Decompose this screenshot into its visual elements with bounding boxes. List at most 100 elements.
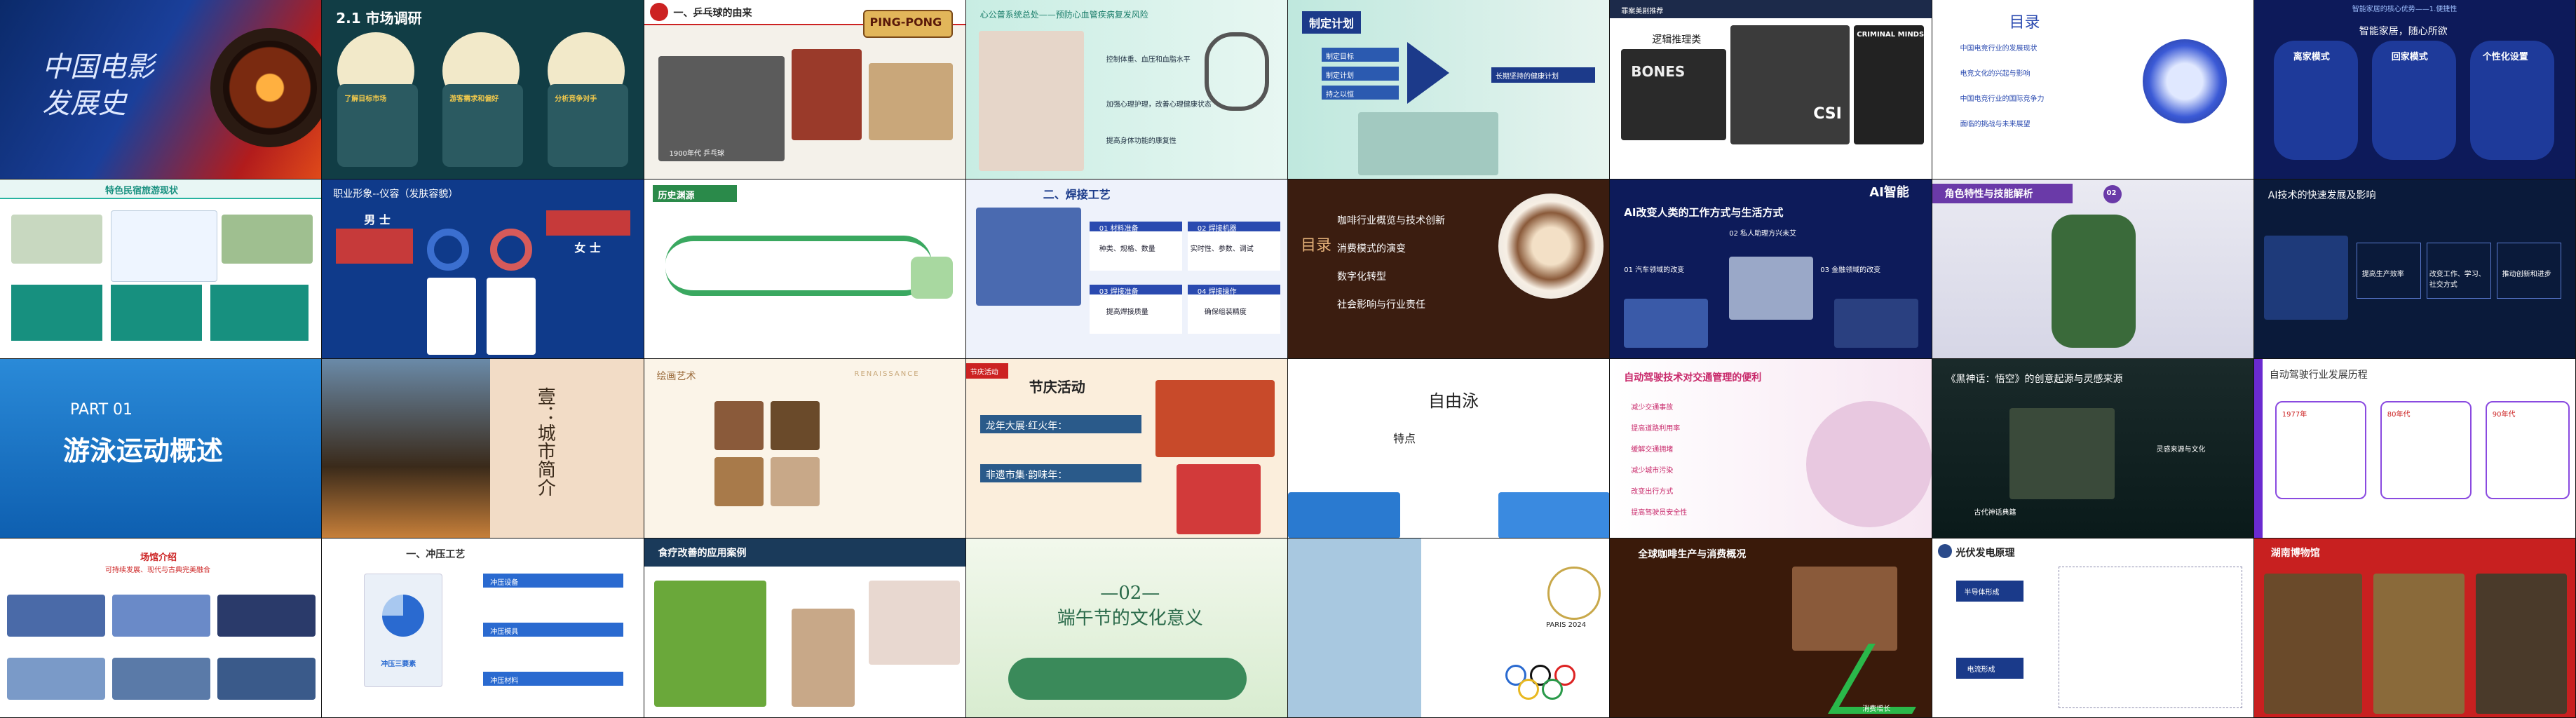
venue-photo: [7, 658, 105, 700]
slide-festival-events[interactable]: 节庆活动 节庆活动 龙年大展·红火年： 非遗市集·韵味年：: [965, 359, 1288, 538]
slide-smart-home[interactable]: 智能家居的核心优势——1.便捷性 智能家居，随心所欲 离家模式 回家模式 个性化…: [2253, 0, 2576, 180]
slide-autonomous-history[interactable]: 自动驾驶行业发展历程 1977年 80年代 90年代: [2253, 359, 2576, 538]
slide-dragon-boat[interactable]: —02— 端午节的文化意义: [965, 538, 1288, 718]
plan-step: 制定目标: [1326, 53, 1354, 61]
historic-photo: [658, 56, 785, 161]
dragon-photo: [1155, 380, 1275, 457]
tech-photo: [2263, 236, 2348, 320]
benefit-item: 减少城市污染: [1631, 467, 1674, 475]
venue-photo: [112, 595, 210, 637]
slide-history-origins[interactable]: 历史渊源: [644, 180, 966, 359]
finance-photo: [1834, 299, 1919, 348]
woman-photo: [487, 278, 536, 355]
swimmer-photo: [1498, 492, 1610, 538]
toc-item: 数字化转型: [1337, 271, 1386, 283]
female-label: 女 士: [574, 241, 601, 255]
slide-freestyle[interactable]: 自由泳 特点: [1288, 359, 1611, 538]
doctor-photo: [978, 31, 1084, 171]
slide-character-skills[interactable]: 角色特性与技能解析 02: [1932, 180, 2254, 359]
slide-make-plan[interactable]: 制定计划 制定目标 制定计划 持之以恒 长期坚持的健康计划: [1288, 0, 1611, 180]
slide-pv-principle[interactable]: 光伏发电原理 半导体形成 电流形成: [1932, 538, 2254, 718]
slide-diet-cases[interactable]: 食疗改善的应用案例: [644, 538, 966, 718]
show-name: BONES: [1631, 63, 1686, 80]
toc-item: 咖啡行业概览与技术创新: [1337, 215, 1445, 226]
slide-stamping-process[interactable]: 一、冲压工艺 冲压三要素 冲压设备 冲压模具 冲压材料: [322, 538, 644, 718]
swimmer-photo: [1288, 492, 1400, 538]
slide-film-history[interactable]: 中国电影 发展史: [0, 0, 323, 180]
show-name: CSI: [1813, 105, 1842, 123]
slide-ai-rapid-growth[interactable]: AI技术的快速发展及影响 提高生产效率 改变工作、学习、社交方式 推动创新和进步: [2253, 180, 2576, 359]
hub-label: 冲压三要素: [381, 661, 416, 668]
slide-coffee-toc[interactable]: 目录 咖啡行业概览与技术创新 消费模式的演变 数字化转型 社会影响与行业责任: [1288, 180, 1611, 359]
venue-photo: [7, 595, 105, 637]
slide-homestay-status[interactable]: 特色民宿旅游现状: [0, 180, 323, 359]
bar-chart: [111, 210, 217, 282]
rackets-photo: [868, 63, 953, 140]
slide-paris-olympics[interactable]: PARIS 2024: [1288, 538, 1611, 718]
wukong-artwork: [2009, 408, 2115, 499]
element-title: 冲压材料: [490, 677, 519, 685]
toc-item: 电竞文化的兴起与影响: [1960, 70, 2031, 78]
ai-item: 02 私人助理方兴未艾: [1729, 230, 1797, 238]
female-symbol-icon: [490, 229, 533, 271]
slide-title: 自动驾驶行业发展历程: [2269, 370, 2368, 381]
city-illustration: [1288, 538, 1421, 717]
male-label: 男 士: [364, 213, 391, 226]
painting-3: [714, 457, 764, 506]
slide-painting-art[interactable]: 绘画艺术 RENAISSANCE: [644, 359, 966, 538]
slide-city-intro[interactable]: 壹：城市简介: [322, 359, 644, 538]
paris-logo-icon: [1547, 567, 1601, 620]
list-item: 提高身体功能的康复性: [1106, 137, 1177, 145]
sign-text: PING-PONG: [869, 15, 942, 29]
slide-venue-intro[interactable]: 场馆介绍 可持续发展、现代与古典完美融合: [0, 538, 323, 718]
card-label: 分析竞争对手: [555, 95, 597, 103]
slide-crime-shows[interactable]: 罪案美剧推荐 逻辑推理类 BONES CRIMINAL MINDS CSI: [1610, 0, 1932, 180]
slide-title: 光伏发电原理: [1955, 548, 2015, 559]
poster-cast: [1730, 25, 1850, 144]
benefit-item: 减少交通事故: [1631, 404, 1674, 412]
slide-hunan-museum[interactable]: 湖南博物馆: [2253, 538, 2576, 718]
brand-logo: AI智能: [1869, 185, 1909, 200]
slide-swimming-overview[interactable]: PART 01 游泳运动概述: [0, 359, 323, 538]
step-text: 提高焊接质量: [1106, 309, 1148, 316]
benefit-item: 缓解交通拥堵: [1631, 446, 1674, 454]
year-label: 90年代: [2492, 411, 2516, 419]
slide-title: 职业形象--仪容（发肤容貌）: [333, 189, 459, 200]
athlete-photo: [791, 609, 855, 707]
plan-step: 持之以恒: [1326, 91, 1354, 99]
homestay-photo: [11, 215, 102, 264]
slide-title: 目录: [2009, 14, 2040, 32]
slide-title: 食疗改善的应用案例: [658, 548, 747, 559]
toc-item: 面临的挑战与未来展望: [1960, 121, 2031, 128]
coffee-cup-icon: [1498, 194, 1604, 299]
stage-label: 半导体形成: [1964, 589, 2000, 597]
poster-criminal-minds: [1854, 25, 1925, 144]
mode-label: 回家模式: [2391, 52, 2428, 62]
venue-photo: [217, 658, 316, 700]
painting-4: [770, 457, 820, 506]
assistant-photo: [1729, 257, 1814, 320]
slide-cardio-system[interactable]: 心公普系统总处——预防心血管疾病复发风险 控制体重、血压和血脂水平 加强心理护理…: [965, 0, 1288, 180]
slide-pingpong-origin[interactable]: 一、乒乓球的由来 PING-PONG 1900年代 乒乓球: [644, 0, 966, 180]
timeline-path: [665, 236, 932, 296]
element-title: 冲压模具: [490, 628, 519, 636]
terrace-icon: [910, 257, 953, 299]
menu-label: 目录: [1301, 237, 1332, 255]
toc-item: 中国电竞行业的国际竞争力: [1960, 95, 2045, 103]
slide-title: 特色民宿旅游现状: [105, 186, 179, 196]
slide-global-coffee[interactable]: 全球咖啡生产与消费概况 消费增长: [1610, 538, 1932, 718]
slide-title: 罪案美剧推荐: [1621, 8, 1664, 15]
slide-ai-work-life[interactable]: AI改变人类的工作方式与生活方式 AI智能 01 汽车领域的改变 02 私人助理…: [1610, 180, 1932, 359]
slide-esports-toc[interactable]: 目录 中国电竞行业的发展现状 电竞文化的兴起与影响 中国电竞行业的国际竞争力 面…: [1932, 0, 2254, 180]
character-figure: [2051, 215, 2136, 348]
robot-graphic: [1806, 401, 1932, 527]
male-symbol-icon: [427, 229, 470, 271]
slide-welding-process[interactable]: 二、焊接工艺 01 材料准备 02 焊接机器 种类、规格、数量 实时性、参数、调…: [965, 180, 1288, 359]
slide-market-research[interactable]: 2.1 市场调研 了解目标市场 游客需求和偏好 分析竞争对手: [322, 0, 644, 180]
element-title: 冲压设备: [490, 579, 519, 587]
slide-autonomous-traffic[interactable]: 自动驾驶技术对交通管理的便利 减少交通事故 提高道路利用率 缓解交通拥堵 减少城…: [1610, 359, 1932, 538]
slide-black-myth[interactable]: 《黑神话：悟空》的创意起源与灵感来源 古代神话典籍 灵感来源与文化: [1932, 359, 2254, 538]
slide-professional-image[interactable]: 职业形象--仪容（发肤容貌） 男 士 女 士: [322, 180, 644, 359]
slide-subtitle: 逻辑推理类: [1652, 34, 1702, 46]
caption: 古代神话典籍: [1974, 509, 2016, 517]
